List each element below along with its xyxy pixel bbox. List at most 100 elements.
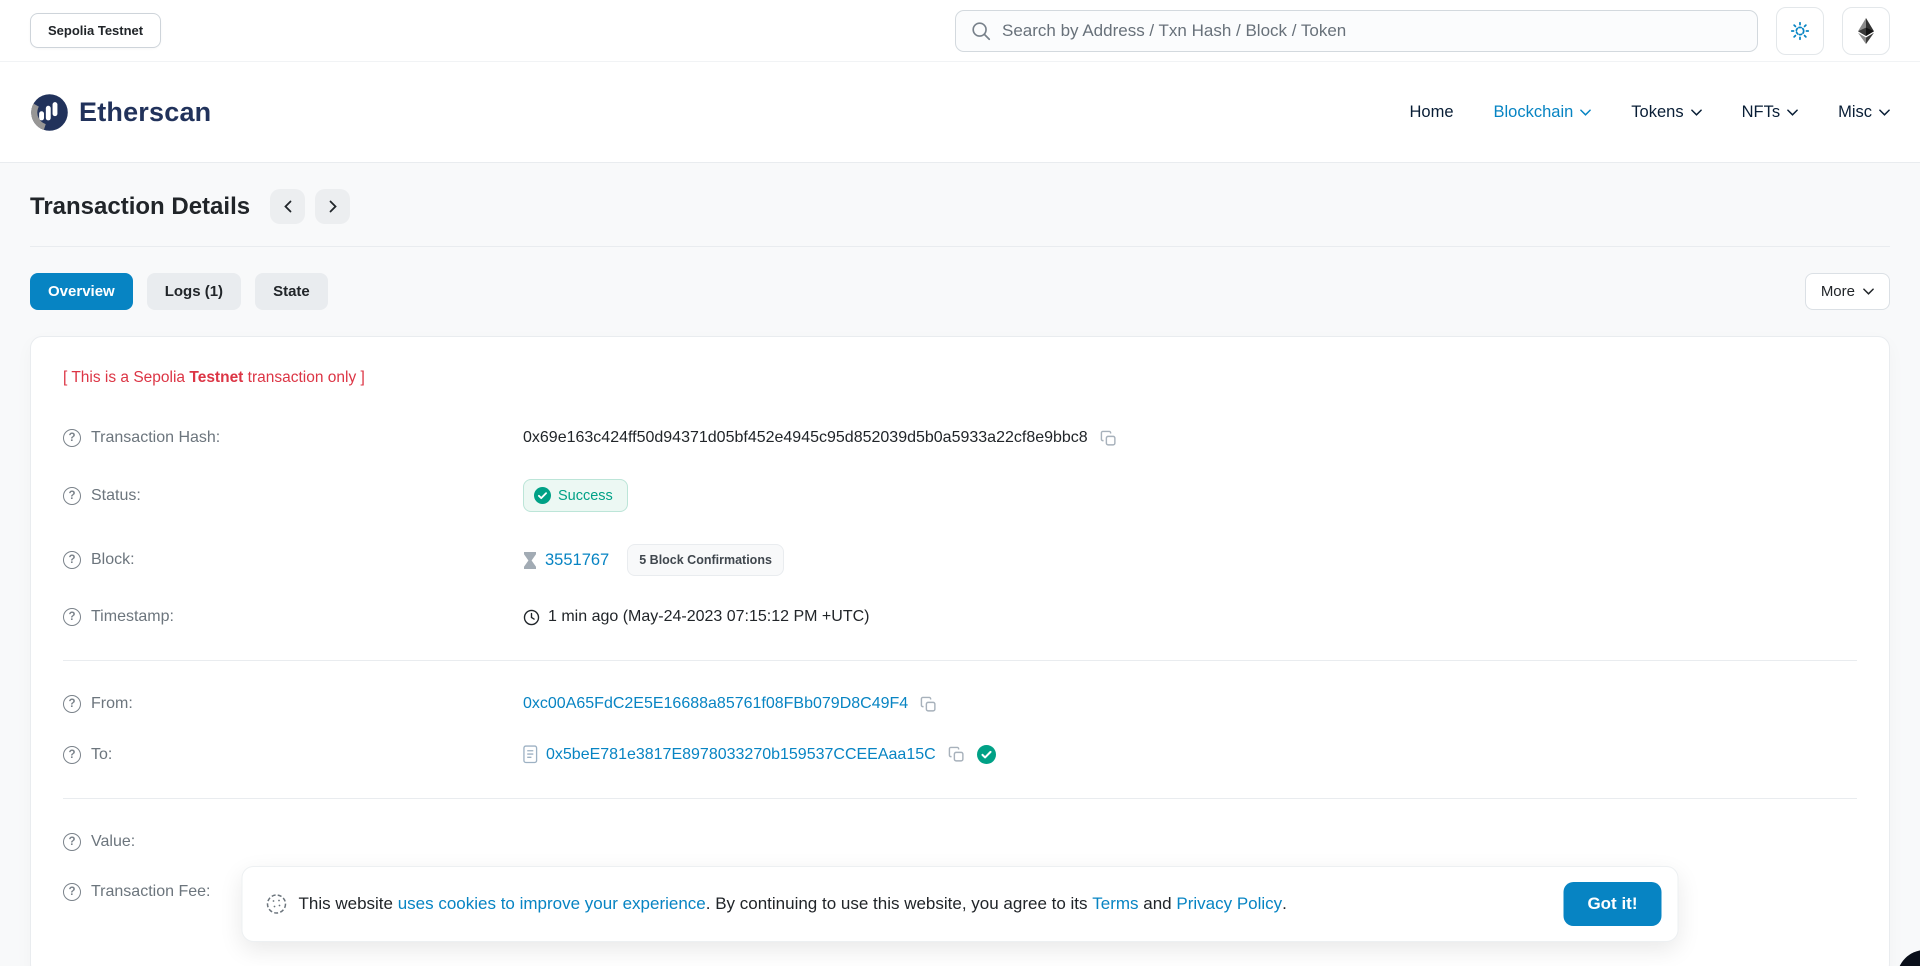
help-icon[interactable]: ? [63,746,81,764]
status-badge: Success [523,479,628,512]
chevron-down-icon [1691,109,1702,116]
help-icon[interactable]: ? [63,608,81,626]
search-icon [970,20,992,42]
section-divider [63,798,1857,799]
ethereum-icon [1857,18,1875,44]
from-address-link[interactable]: 0xc00A65FdC2E5E16688a85761f08FBb079D8C49… [523,695,908,713]
tabs-row: Overview Logs (1) State More [30,273,1890,310]
row-timestamp: ? Timestamp: 1 min ago (May-24-2023 07:1… [63,592,1857,642]
nav-nfts[interactable]: NFTs [1742,103,1799,122]
testnet-notice: [ This is a Sepolia Testnet transaction … [63,369,1857,387]
section-divider [63,660,1857,661]
nav-nfts-label: NFTs [1742,103,1781,122]
timestamp-label: Timestamp: [91,608,174,626]
nav-home[interactable]: Home [1409,103,1453,122]
main-nav: Home Blockchain Tokens NFTs Misc [1409,103,1890,122]
row-label: ? To: [63,746,523,764]
chevron-down-icon [1879,109,1890,116]
cookie-text-4: . [1282,894,1287,914]
help-icon[interactable]: ? [63,429,81,447]
status-badge-label: Success [558,488,613,504]
previous-transaction-button[interactable] [270,189,305,224]
nav-misc[interactable]: Misc [1838,103,1890,122]
row-label: ? Timestamp: [63,608,523,626]
row-value: 1 min ago (May-24-2023 07:15:12 PM +UTC) [523,608,869,626]
theme-toggle-button[interactable] [1776,7,1824,55]
terms-link[interactable]: Terms [1092,894,1138,914]
tab-state[interactable]: State [255,273,328,310]
copy-from-address-button[interactable] [916,696,937,713]
help-icon[interactable]: ? [63,487,81,505]
help-icon[interactable]: ? [63,695,81,713]
cookie-text-3: and [1139,894,1177,914]
help-icon[interactable]: ? [63,883,81,901]
help-icon[interactable]: ? [63,551,81,569]
row-from: ? From: 0xc00A65FdC2E5E16688a85761f08FBb… [63,679,1857,729]
tab-logs[interactable]: Logs (1) [147,273,241,310]
nav-misc-label: Misc [1838,103,1872,122]
brand-name: Etherscan [79,97,211,128]
chevron-down-icon [1863,288,1874,295]
transaction-hash-label: Transaction Hash: [91,429,220,447]
next-transaction-button[interactable] [315,189,350,224]
testnet-notice-bold: Testnet [189,369,243,386]
testnet-notice-prefix: [ This is a Sepolia [63,369,189,386]
row-value: 0xc00A65FdC2E5E16688a85761f08FBb079D8C49… [523,695,937,713]
block-label: Block: [91,551,135,569]
nav-tokens[interactable]: Tokens [1631,103,1701,122]
to-address-link[interactable]: 0x5beE781e3817E8978033270b159537CCEEAaa1… [546,746,936,764]
row-label: ? Value: [63,833,523,851]
testnet-notice-suffix: transaction only ] [243,369,364,386]
search-input[interactable] [1002,21,1743,41]
contract-file-icon [523,745,538,764]
chevron-down-icon [1580,109,1591,116]
cookie-icon [265,892,289,916]
block-confirmations-badge: 5 Block Confirmations [627,544,784,576]
cookie-text-2: . By continuing to use this website, you… [706,894,1093,914]
chevron-down-icon [1787,109,1798,116]
check-circle-icon [534,487,551,504]
network-switch-button[interactable] [1842,7,1890,55]
network-selector-button[interactable]: Sepolia Testnet [30,13,161,48]
status-label: Status: [91,487,141,505]
row-label: ? Status: [63,487,523,505]
timestamp-value: 1 min ago (May-24-2023 07:15:12 PM +UTC) [548,608,869,626]
help-icon[interactable]: ? [63,833,81,851]
nav-home-label: Home [1409,103,1453,122]
row-value: 0x69e163c424ff50d94371d05bf452e4945c95d8… [523,429,1117,447]
cookies-info-link[interactable]: uses cookies to improve your experience [398,894,706,914]
row-value: Success [523,479,628,512]
page-content: Transaction Details Overview Logs (1) St… [0,163,1920,966]
copy-txhash-button[interactable] [1096,430,1117,447]
cookie-message: This website uses cookies to improve you… [299,894,1287,914]
row-label: ? Block: [63,551,523,569]
cookie-text-1: This website [299,894,398,914]
etherscan-logo-icon [30,93,69,132]
row-label: ? Transaction Hash: [63,429,523,447]
clock-icon [523,609,540,626]
row-label: ? From: [63,695,523,713]
row-to: ? To: 0x5beE781e3817E8978033270b159537CC… [63,729,1857,780]
block-number-link[interactable]: 3551767 [545,551,609,570]
chevron-left-icon [284,200,292,213]
hourglass-icon [523,552,537,569]
copy-icon [1100,430,1117,447]
sun-icon [1789,20,1811,42]
more-button[interactable]: More [1805,273,1890,310]
chevron-right-icon [329,200,337,213]
tab-overview[interactable]: Overview [30,273,133,310]
nav-blockchain[interactable]: Blockchain [1494,103,1592,122]
title-row: Transaction Details [30,163,1890,247]
copy-to-address-button[interactable] [944,746,965,763]
row-value: 3551767 5 Block Confirmations [523,544,784,576]
got-it-button[interactable]: Got it! [1563,882,1661,926]
to-label: To: [91,746,112,764]
site-header: Etherscan Home Blockchain Tokens NFTs Mi… [0,62,1920,163]
top-bar: Sepolia Testnet [0,0,1920,62]
privacy-policy-link[interactable]: Privacy Policy [1176,894,1282,914]
search-bar[interactable] [955,10,1758,52]
etherscan-logo[interactable]: Etherscan [30,93,211,132]
row-value: 0x5beE781e3817E8978033270b159537CCEEAaa1… [523,745,996,764]
cookie-consent-banner: This website uses cookies to improve you… [242,866,1679,942]
row-transaction-hash: ? Transaction Hash: 0x69e163c424ff50d943… [63,413,1857,463]
